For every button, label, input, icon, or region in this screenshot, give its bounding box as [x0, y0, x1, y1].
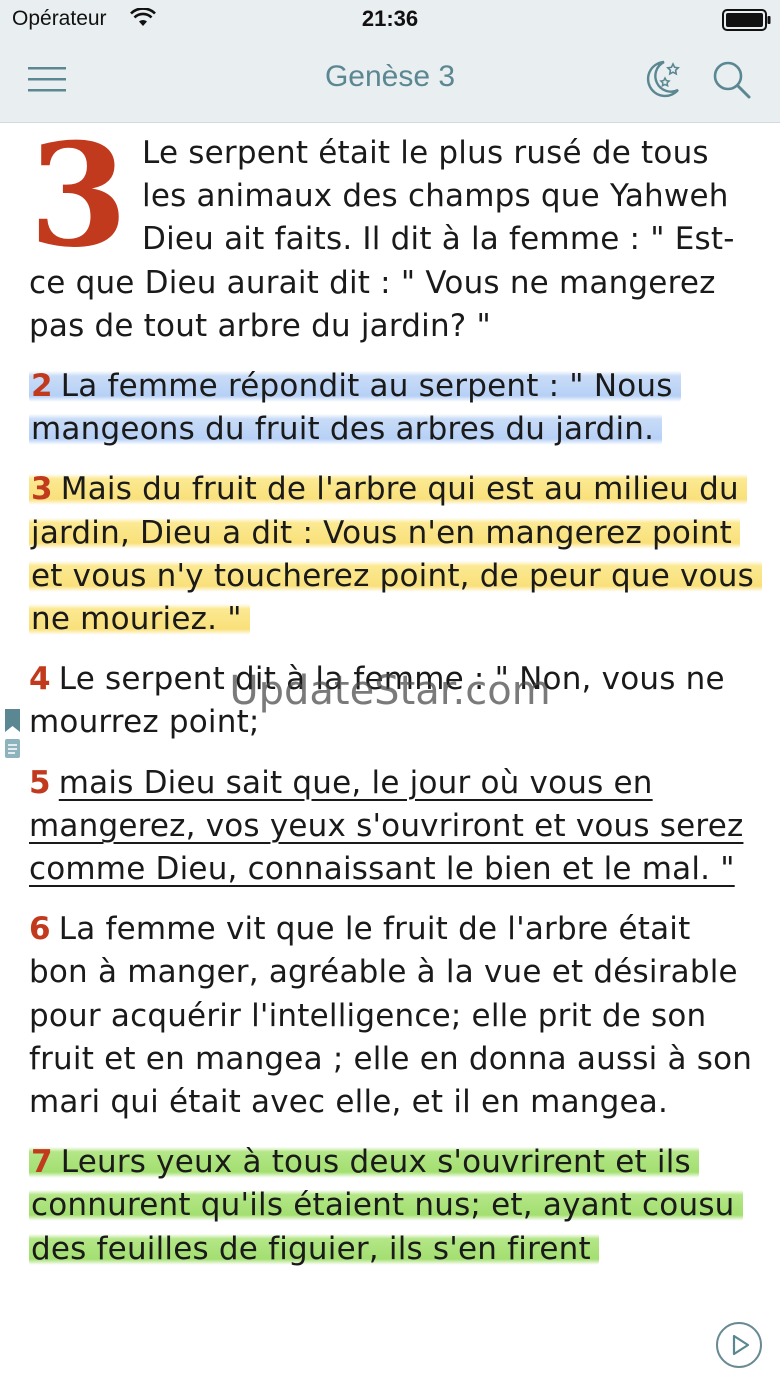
- night-mode-icon[interactable]: [640, 58, 686, 100]
- note-icon[interactable]: [4, 738, 22, 760]
- chapter-text: 3 Le serpent était le plus rusé de tous …: [29, 113, 762, 1288]
- verse-text: La femme vit que le fruit de l'arbre éta…: [29, 911, 753, 1121]
- verse-number: 3: [31, 471, 53, 508]
- status-time: 21:36: [361, 6, 419, 31]
- verse-number: 4: [29, 661, 51, 698]
- play-audio-button[interactable]: [716, 1322, 762, 1368]
- verse-6[interactable]: 6 La femme vit que le fruit de l'arbre ét…: [29, 908, 754, 1124]
- verse-highlight: 7 Leurs yeux à tous deux s'ouvrirent et i…: [29, 1144, 743, 1267]
- battery-icon: [722, 9, 771, 31]
- verse-4[interactable]: 4 Le serpent dit à la femme : " Non, vous…: [29, 658, 754, 744]
- verse-number: 7: [31, 1144, 53, 1181]
- verse-number: 5: [29, 764, 51, 801]
- verse-text: mais Dieu sait que, le jour où vous en m…: [29, 764, 744, 888]
- verse-text: Mais du fruit de l'arbre qui est au mili…: [31, 471, 754, 638]
- verse-7[interactable]: 7 Leurs yeux à tous deux s'ouvrirent et i…: [29, 1141, 754, 1271]
- verse-3[interactable]: 3 Mais du fruit de l'arbre qui est au mil…: [29, 468, 762, 641]
- bookmark-icon[interactable]: [4, 708, 22, 734]
- verse-highlight: 2 La femme répondit au serpent : " Nous m…: [29, 368, 681, 448]
- verse-text: Le serpent dit à la femme : " Non, vous …: [29, 661, 725, 741]
- verse-5[interactable]: 5 mais Dieu sait que, le jour où vous en …: [29, 762, 754, 892]
- navigation-bar: Genèse 3: [0, 38, 780, 123]
- chapter-drop-cap: 3: [29, 113, 129, 279]
- play-icon: [732, 1334, 750, 1356]
- verse-2[interactable]: 2 La femme répondit au serpent : " Nous m…: [29, 365, 754, 451]
- verse-highlight: 3 Mais du fruit de l'arbre qui est au mil…: [29, 471, 762, 638]
- status-bar: Opérateur 21:36: [0, 0, 780, 38]
- verse-markers: [4, 708, 22, 760]
- search-icon[interactable]: [710, 58, 754, 102]
- verse-text: La femme répondit au serpent : " Nous ma…: [31, 368, 673, 448]
- verse-text: Leurs yeux à tous deux s'ouvrirent et il…: [31, 1144, 735, 1267]
- verse-1[interactable]: 3 Le serpent était le plus rusé de tous …: [29, 113, 754, 348]
- verse-text: Le serpent était le plus rusé de tous le…: [29, 135, 735, 344]
- verse-number: 2: [31, 368, 53, 405]
- verse-number: 6: [29, 911, 51, 948]
